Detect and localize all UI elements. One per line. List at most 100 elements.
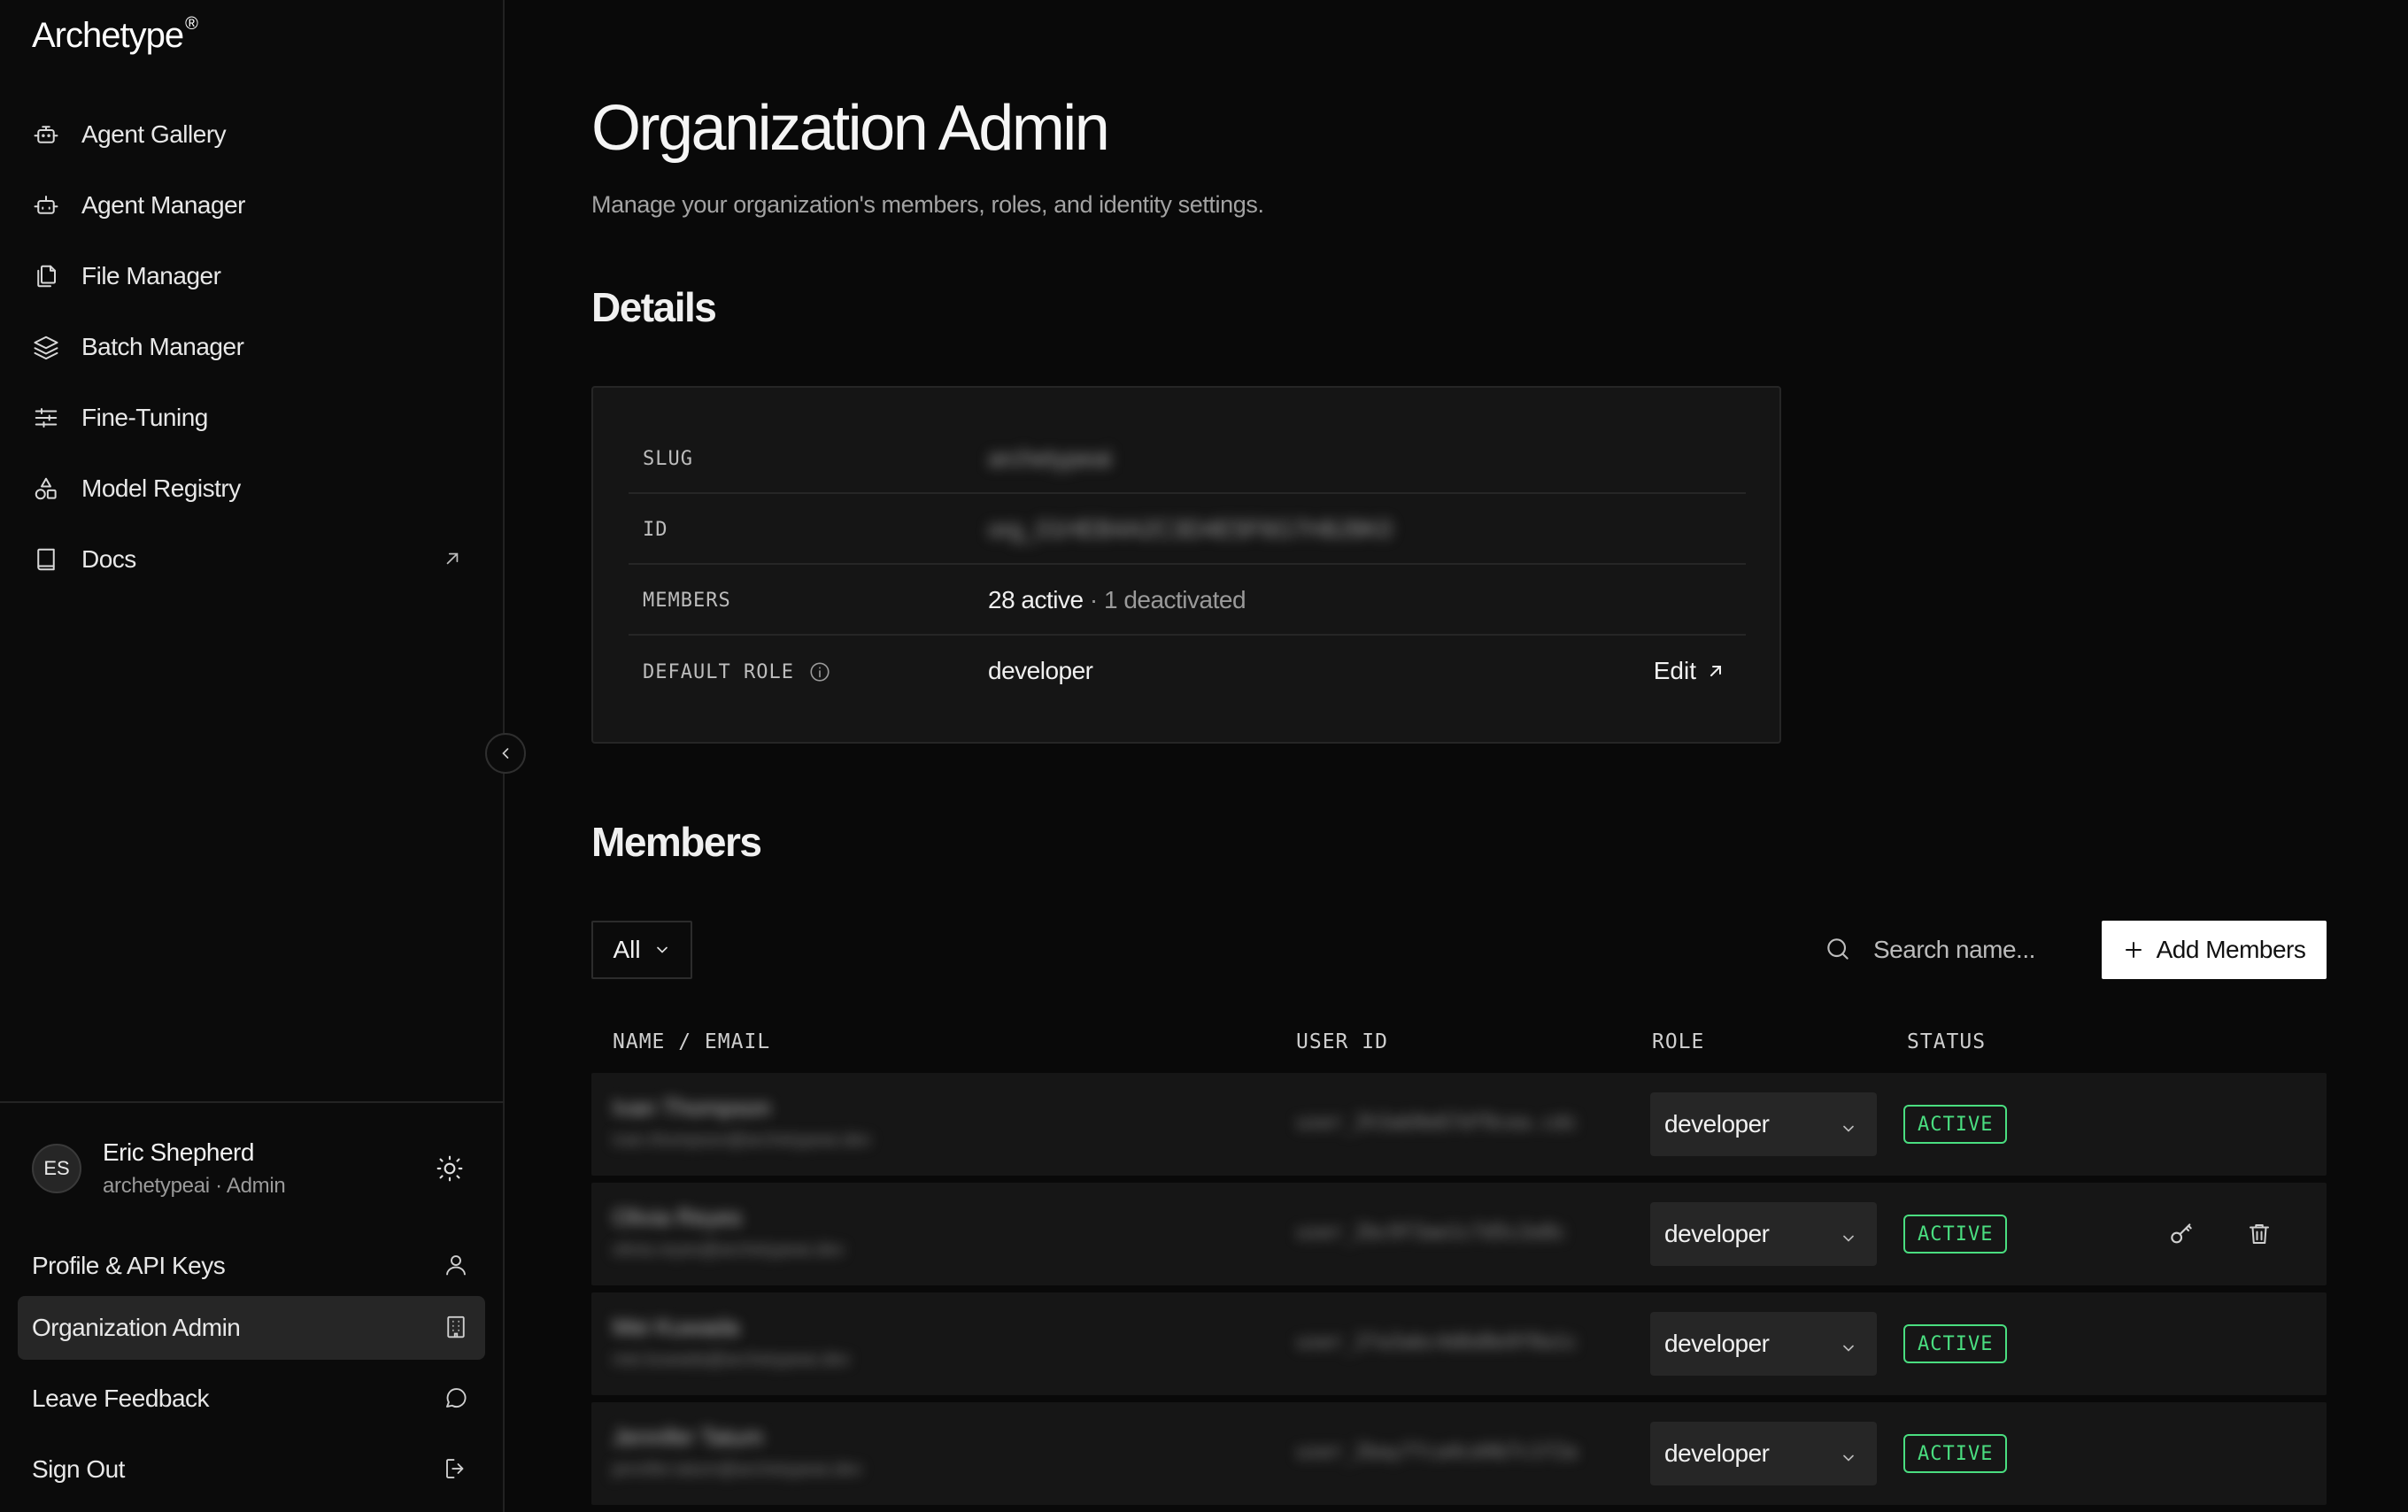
robot-icon	[32, 120, 60, 149]
profile-api-keys-label: Profile & API Keys	[32, 1252, 226, 1279]
sidebar-item-label: File Manager	[81, 262, 221, 289]
files-icon	[32, 262, 60, 290]
sidebar-item-agent-manager[interactable]: Agent Manager	[0, 170, 505, 241]
role-select[interactable]: developer	[1650, 1422, 1877, 1485]
chevron-down-icon	[1840, 1335, 1857, 1353]
user-card: ES Eric Shepherd archetypeai · Admin	[32, 1137, 475, 1207]
robot-icon	[32, 191, 60, 220]
role-value: developer	[1664, 1110, 1770, 1138]
sidebar-nav: Agent Gallery Agent Manager File Manager…	[0, 99, 505, 595]
sidebar: Archetype ® Agent Gallery Agent Manager F…	[0, 0, 505, 1512]
member-name: Olivia Reyes	[613, 1204, 742, 1230]
search-input[interactable]	[1873, 936, 2050, 964]
profile-api-keys-link[interactable]: Profile & API Keys	[18, 1234, 485, 1298]
add-members-button[interactable]: Add Members	[2102, 921, 2327, 979]
table-row: Olivia Reyes olivia.reyes@archetypeai.de…	[591, 1183, 2327, 1285]
column-header-name: NAME / EMAIL	[613, 1030, 771, 1053]
chevron-down-icon	[1840, 1225, 1857, 1243]
edit-label: Edit	[1653, 657, 1696, 684]
column-header-role: ROLE	[1652, 1030, 1705, 1053]
detail-key: DEFAULT ROLE	[643, 660, 831, 683]
sidebar-item-label: Agent Manager	[81, 191, 245, 219]
user-icon	[443, 1252, 471, 1280]
status-badge: ACTIVE	[1903, 1434, 2008, 1473]
user-org-role: archetypeai · Admin	[103, 1174, 286, 1198]
role-select[interactable]: developer	[1650, 1202, 1877, 1266]
info-icon[interactable]	[808, 660, 831, 683]
collapse-sidebar-button[interactable]	[485, 733, 526, 774]
detail-key: ID	[643, 519, 668, 541]
members-heading: Members	[591, 819, 762, 865]
book-icon	[32, 545, 60, 574]
member-name-email: Ivan Thompson ivan.thompson@archetypeai.…	[613, 1094, 931, 1151]
member-email: mei.kuwada@archetypeai.dev	[613, 1350, 851, 1369]
member-name: Ivan Thompson	[613, 1094, 771, 1121]
sidebar-item-batch-manager[interactable]: Batch Manager	[0, 312, 505, 382]
shapes-icon	[32, 474, 60, 503]
role-value: developer	[1664, 1220, 1770, 1247]
filter-value: All	[613, 936, 641, 963]
organization-admin-label: Organization Admin	[32, 1314, 241, 1341]
page-subtitle: Manage your organization's members, role…	[591, 191, 1264, 218]
brand-mark: ®	[185, 13, 198, 34]
brand-name: Archetype	[32, 16, 184, 55]
layers-icon	[32, 333, 60, 361]
status-badge: ACTIVE	[1903, 1105, 2008, 1144]
main-content: Organization Admin Manage your organizat…	[505, 0, 2408, 1512]
role-select[interactable]: developer	[1650, 1092, 1877, 1156]
default-role-value: developer	[988, 657, 1093, 684]
sign-out-icon	[443, 1455, 471, 1484]
trash-icon[interactable]	[2243, 1218, 2275, 1250]
user-name: Eric Shepherd	[103, 1138, 254, 1166]
status-badge: ACTIVE	[1903, 1215, 2008, 1254]
role-value: developer	[1664, 1330, 1770, 1357]
table-row: Mei Kuwada mei.kuwada@archetypeai.dev us…	[591, 1292, 2327, 1395]
brand-logo[interactable]: Archetype ®	[32, 13, 198, 56]
sun-icon[interactable]	[432, 1151, 467, 1186]
members-active: 28 active	[988, 586, 1084, 613]
detail-row-id: ID org_01HEB4A2C3D4E5F6G7H8J9K0	[629, 494, 1746, 565]
sidebar-item-fine-tuning[interactable]: Fine-Tuning	[0, 382, 505, 453]
detail-row-members: MEMBERS 28 active · 1 deactivated	[629, 565, 1746, 636]
chevron-down-icon	[1840, 1115, 1857, 1133]
chat-bubble-icon	[443, 1385, 471, 1413]
chevron-left-icon	[497, 744, 514, 762]
sign-out-link[interactable]: Sign Out	[18, 1438, 485, 1501]
sidebar-footer: ES Eric Shepherd archetypeai · Admin Pro…	[0, 1101, 505, 1512]
sign-out-label: Sign Out	[32, 1455, 125, 1483]
slug-value: archetypeai	[988, 444, 1112, 472]
member-user-id: user_2h3ab9e67df9cea.cdc	[1296, 1112, 1578, 1134]
key-icon[interactable]	[2165, 1218, 2197, 1250]
member-name: Jennifer Tatum	[613, 1423, 764, 1450]
members-count: 28 active · 1 deactivated	[988, 586, 1246, 614]
member-search	[1824, 921, 2054, 979]
org-id-value: org_01HEB4A2C3D4E5F6G7H8J9K0	[988, 515, 1393, 543]
table-row: Jennifer Tatum jennifer.tatum@archetypea…	[591, 1402, 2327, 1505]
member-email: jennifer.tatum@archetypeai.dev	[613, 1460, 862, 1479]
detail-row-slug: SLUG archetypeai	[629, 423, 1746, 494]
member-name: Mei Kuwada	[613, 1314, 740, 1340]
page-title: Organization Admin	[591, 93, 1110, 164]
sidebar-item-model-registry[interactable]: Model Registry	[0, 453, 505, 524]
edit-default-role-link[interactable]: Edit	[1654, 657, 1726, 685]
role-select[interactable]: developer	[1650, 1312, 1877, 1376]
member-user-id: user_2bc9f3ae1c7d5c2e8c	[1296, 1222, 1566, 1244]
sidebar-item-label: Model Registry	[81, 474, 241, 502]
detail-key: MEMBERS	[643, 590, 731, 612]
sidebar-item-agent-gallery[interactable]: Agent Gallery	[0, 99, 505, 170]
sidebar-item-docs[interactable]: Docs	[0, 524, 505, 595]
table-row: Ivan Thompson ivan.thompson@archetypeai.…	[591, 1073, 2327, 1176]
organization-admin-link[interactable]: Organization Admin	[18, 1296, 485, 1360]
sidebar-item-label: Docs	[81, 545, 136, 573]
sidebar-item-file-manager[interactable]: File Manager	[0, 241, 505, 312]
members-deactivated: · 1 deactivated	[1083, 586, 1246, 613]
sidebar-item-label: Agent Gallery	[81, 120, 227, 148]
leave-feedback-link[interactable]: Leave Feedback	[18, 1367, 485, 1431]
chevron-down-icon	[1840, 1445, 1857, 1462]
details-heading: Details	[591, 284, 717, 330]
sidebar-item-label: Batch Manager	[81, 333, 244, 360]
member-name-email: Olivia Reyes olivia.reyes@archetypeai.de…	[613, 1204, 931, 1261]
avatar[interactable]: ES	[32, 1144, 81, 1193]
member-filter-dropdown[interactable]: All	[591, 921, 692, 979]
external-link-icon	[441, 547, 466, 572]
